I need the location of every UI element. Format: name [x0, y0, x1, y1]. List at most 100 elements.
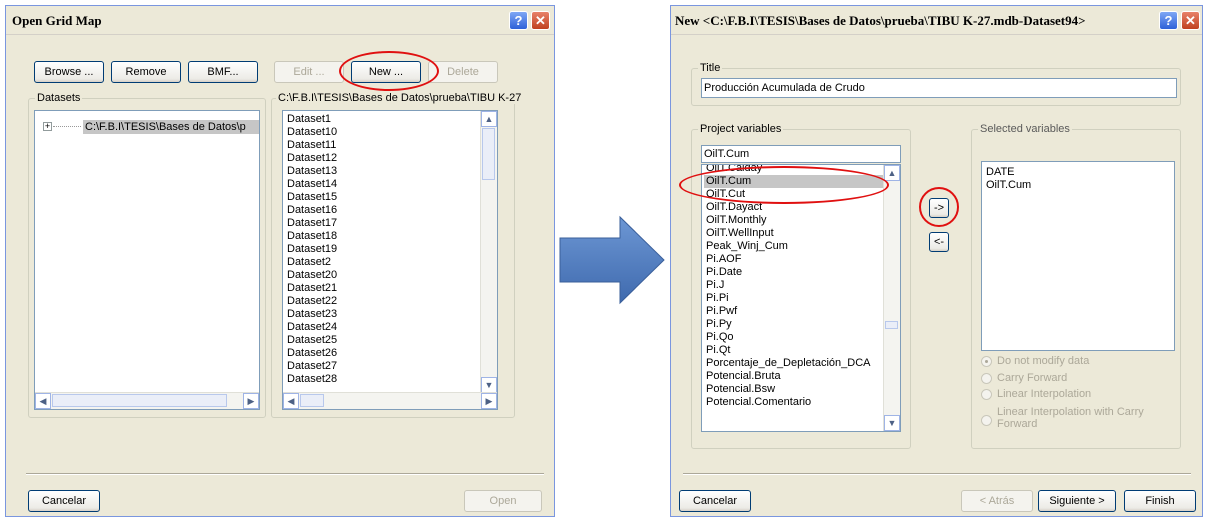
dataset-list-item[interactable]: Dataset20 [285, 269, 480, 282]
project-variable-item[interactable]: Potencial.Bsw [704, 383, 883, 396]
project-variable-item[interactable]: OilT.Monthly [704, 214, 883, 227]
project-variable-item[interactable]: OilT.WellInput [704, 227, 883, 240]
horizontal-scrollbar[interactable]: ◀ ▶ [35, 392, 259, 409]
option-linear-interpolation[interactable]: Linear Interpolation [981, 388, 1091, 400]
dataset-list-item[interactable]: Dataset10 [285, 126, 480, 139]
finish-button[interactable]: Finish [1124, 490, 1196, 512]
title-input-value: Producción Acumulada de Crudo [704, 82, 865, 94]
dataset-list-item[interactable]: Dataset25 [285, 334, 480, 347]
scroll-down-icon[interactable]: ▼ [884, 415, 900, 431]
project-variable-item[interactable]: Pi.J [704, 279, 883, 292]
option-label: Linear Interpolation [997, 388, 1092, 400]
dataset-list[interactable]: Dataset1 Dataset10 Dataset11 Dataset12 Datas… [282, 110, 498, 410]
scroll-right-icon[interactable]: ▶ [243, 393, 259, 409]
scroll-left-icon[interactable]: ◀ [35, 393, 51, 409]
bmf-button[interactable]: BMF... [188, 61, 258, 83]
dataset-list-item[interactable]: Dataset1 [285, 113, 480, 126]
scroll-down-icon[interactable]: ▼ [481, 377, 497, 393]
project-variable-item[interactable]: Peak_Winj_Cum [704, 240, 883, 253]
remove-button[interactable]: Remove [111, 61, 181, 83]
new-dataset-dialog: New <C:\F.B.I\TESIS\Bases de Datos\prueb… [670, 5, 1203, 517]
project-variable-item[interactable]: Porcentaje_de_Depletación_DCA [704, 357, 883, 370]
project-variable-item[interactable]: Potencial.Comentario [704, 396, 883, 409]
dataset-list-item[interactable]: Dataset14 [285, 178, 480, 191]
dataset-list-item[interactable]: Dataset22 [285, 295, 480, 308]
project-variable-item[interactable]: Potencial.Bruta [704, 370, 883, 383]
scroll-thumb[interactable] [482, 128, 495, 180]
variable-filter-value: OilT.Cum [704, 148, 750, 160]
scroll-up-icon[interactable]: ▲ [884, 165, 900, 181]
cancel-button[interactable]: Cancelar [679, 490, 751, 512]
selected-variables-list[interactable]: DATE OilT.Cum [981, 161, 1175, 351]
dialog-title: New <C:\F.B.I\TESIS\Bases de Datos\prueb… [675, 13, 1086, 28]
next-button[interactable]: Siguiente > [1038, 490, 1116, 512]
datasets-label: Datasets [35, 92, 83, 104]
remove-variable-button[interactable]: <- [929, 232, 949, 252]
variable-filter-input[interactable]: OilT.Cum [701, 145, 901, 163]
project-variables-list[interactable]: OilT.Calday OilT.Cum OilT.Cut OilT.Dayact Oi… [701, 164, 901, 432]
project-variables-label: Project variables [698, 123, 784, 135]
title-bar: Open Grid Map ? ✕ [6, 6, 554, 35]
path-label: C:\F.B.I\TESIS\Bases de Datos\prueba\TIB… [276, 92, 524, 104]
option-label: Carry Forward [997, 372, 1068, 384]
help-icon[interactable]: ? [509, 11, 528, 30]
dataset-list-item[interactable]: Dataset21 [285, 282, 480, 295]
project-variable-item[interactable]: Pi.Date [704, 266, 883, 279]
back-button[interactable]: < Atrás [961, 490, 1033, 512]
tree-expander[interactable]: + [43, 122, 52, 131]
title-input[interactable]: Producción Acumulada de Crudo [701, 78, 1177, 98]
dataset-list-item[interactable]: Dataset11 [285, 139, 480, 152]
data-options: Do not modify data Carry Forward Linear … [981, 355, 1177, 435]
dataset-list-item[interactable]: Dataset26 [285, 347, 480, 360]
scroll-left-icon[interactable]: ◀ [283, 393, 299, 409]
vertical-scrollbar[interactable]: ▲ ▼ [480, 111, 497, 393]
project-variable-item[interactable]: Pi.Pi [704, 292, 883, 305]
dataset-list-item[interactable]: Dataset24 [285, 321, 480, 334]
title-group-label: Title [698, 62, 723, 74]
project-variable-item[interactable]: Pi.AOF [704, 253, 883, 266]
dataset-list-item[interactable]: Dataset15 [285, 191, 480, 204]
option-carry-forward[interactable]: Carry Forward [981, 372, 1067, 384]
scroll-up-icon[interactable]: ▲ [481, 111, 497, 127]
open-grid-map-dialog: Open Grid Map ? ✕ Browse ... Remove BMF.… [5, 5, 555, 517]
radio-icon [981, 415, 992, 426]
selected-variable-item[interactable]: DATE [984, 166, 1172, 179]
dataset-list-item[interactable]: Dataset19 [285, 243, 480, 256]
horizontal-scrollbar[interactable]: ◀ ▶ [283, 392, 497, 409]
dataset-list-item[interactable]: Dataset18 [285, 230, 480, 243]
scroll-thumb[interactable] [52, 394, 227, 407]
oilt-cum-highlight [679, 166, 889, 204]
selected-variable-items: DATE OilT.Cum [984, 166, 1172, 350]
separator [26, 473, 544, 475]
project-variable-item[interactable]: Pi.Py [704, 318, 883, 331]
project-variable-item[interactable]: Pi.Pwf [704, 305, 883, 318]
edit-button[interactable]: Edit ... [274, 61, 344, 83]
selected-variable-item[interactable]: OilT.Cum [984, 179, 1172, 192]
close-icon[interactable]: ✕ [531, 11, 550, 30]
project-variable-item[interactable]: Pi.Qo [704, 331, 883, 344]
dataset-list-item[interactable]: Dataset12 [285, 152, 480, 165]
tree-item-database[interactable]: C:\F.B.I\TESIS\Bases de Datos\p [83, 120, 259, 134]
cancel-button[interactable]: Cancelar [28, 490, 100, 512]
dataset-list-item[interactable]: Dataset2 [285, 256, 480, 269]
option-do-not-modify[interactable]: Do not modify data [981, 355, 1089, 367]
option-linear-interpolation-carry[interactable]: Linear Interpolation with Carry Forward [981, 406, 1161, 430]
open-button[interactable]: Open [464, 490, 542, 512]
dataset-list-item[interactable]: Dataset17 [285, 217, 480, 230]
dataset-list-item[interactable]: Dataset27 [285, 360, 480, 373]
scroll-thumb[interactable] [300, 394, 324, 407]
help-icon[interactable]: ? [1159, 11, 1178, 30]
close-icon[interactable]: ✕ [1181, 11, 1200, 30]
vertical-scrollbar[interactable]: ▲ ▼ [883, 165, 900, 431]
browse-button[interactable]: Browse ... [34, 61, 104, 83]
dataset-items: Dataset1 Dataset10 Dataset11 Dataset12 Datas… [285, 113, 480, 392]
dataset-list-item[interactable]: Dataset13 [285, 165, 480, 178]
project-variable-item[interactable]: Pi.Qt [704, 344, 883, 357]
scroll-thumb[interactable] [885, 321, 898, 329]
dataset-list-item[interactable]: Dataset16 [285, 204, 480, 217]
dataset-list-item[interactable]: Dataset28 [285, 373, 480, 386]
datasets-tree[interactable]: + C:\F.B.I\TESIS\Bases de Datos\p ◀ ▶ [34, 110, 260, 410]
add-button-highlight [919, 187, 959, 227]
dataset-list-item[interactable]: Dataset23 [285, 308, 480, 321]
scroll-right-icon[interactable]: ▶ [481, 393, 497, 409]
